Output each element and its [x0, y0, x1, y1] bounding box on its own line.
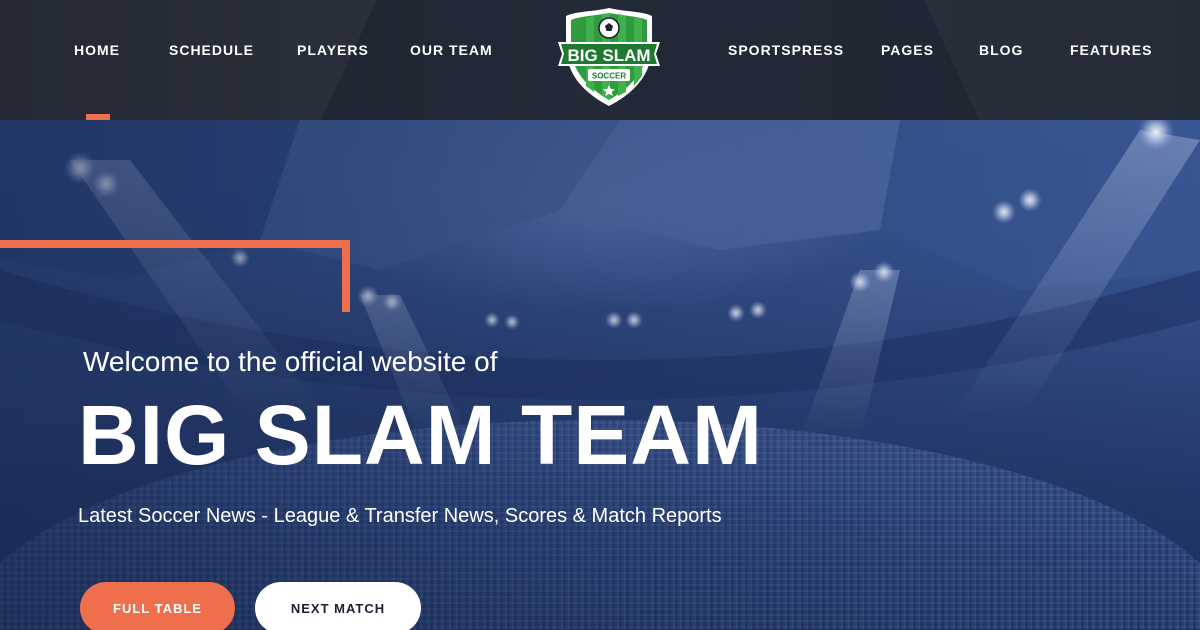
- hero-tagline: Latest Soccer News - League & Transfer N…: [78, 505, 722, 527]
- next-match-button[interactable]: NEXT MATCH: [255, 582, 421, 630]
- nav-features[interactable]: FEATURES: [1070, 42, 1152, 58]
- logo-subtitle: SOCCER: [592, 72, 626, 81]
- nav-blog[interactable]: BLOG: [979, 42, 1023, 58]
- site-header: HOME SCHEDULE PLAYERS OUR TEAM BIG SLAM …: [0, 0, 1200, 120]
- accent-corner-frame: [0, 240, 350, 312]
- accent-bar: [86, 114, 110, 120]
- site-logo[interactable]: BIG SLAM SOCCER: [556, 6, 662, 108]
- nav-our-team[interactable]: OUR TEAM: [410, 42, 493, 58]
- hero-headline: BIG SLAM TEAM: [78, 388, 763, 482]
- nav-schedule[interactable]: SCHEDULE: [169, 42, 254, 58]
- nav-players[interactable]: PLAYERS: [297, 42, 369, 58]
- nav-sportspress[interactable]: SPORTSPRESS: [728, 42, 844, 58]
- full-table-button[interactable]: FULL TABLE: [80, 582, 235, 630]
- hero-welcome-text: Welcome to the official website of: [83, 346, 498, 377]
- nav-home[interactable]: HOME: [74, 42, 120, 58]
- logo-title: BIG SLAM: [567, 46, 650, 65]
- shield-logo-icon: BIG SLAM SOCCER: [558, 8, 660, 106]
- nav-pages[interactable]: PAGES: [881, 42, 934, 58]
